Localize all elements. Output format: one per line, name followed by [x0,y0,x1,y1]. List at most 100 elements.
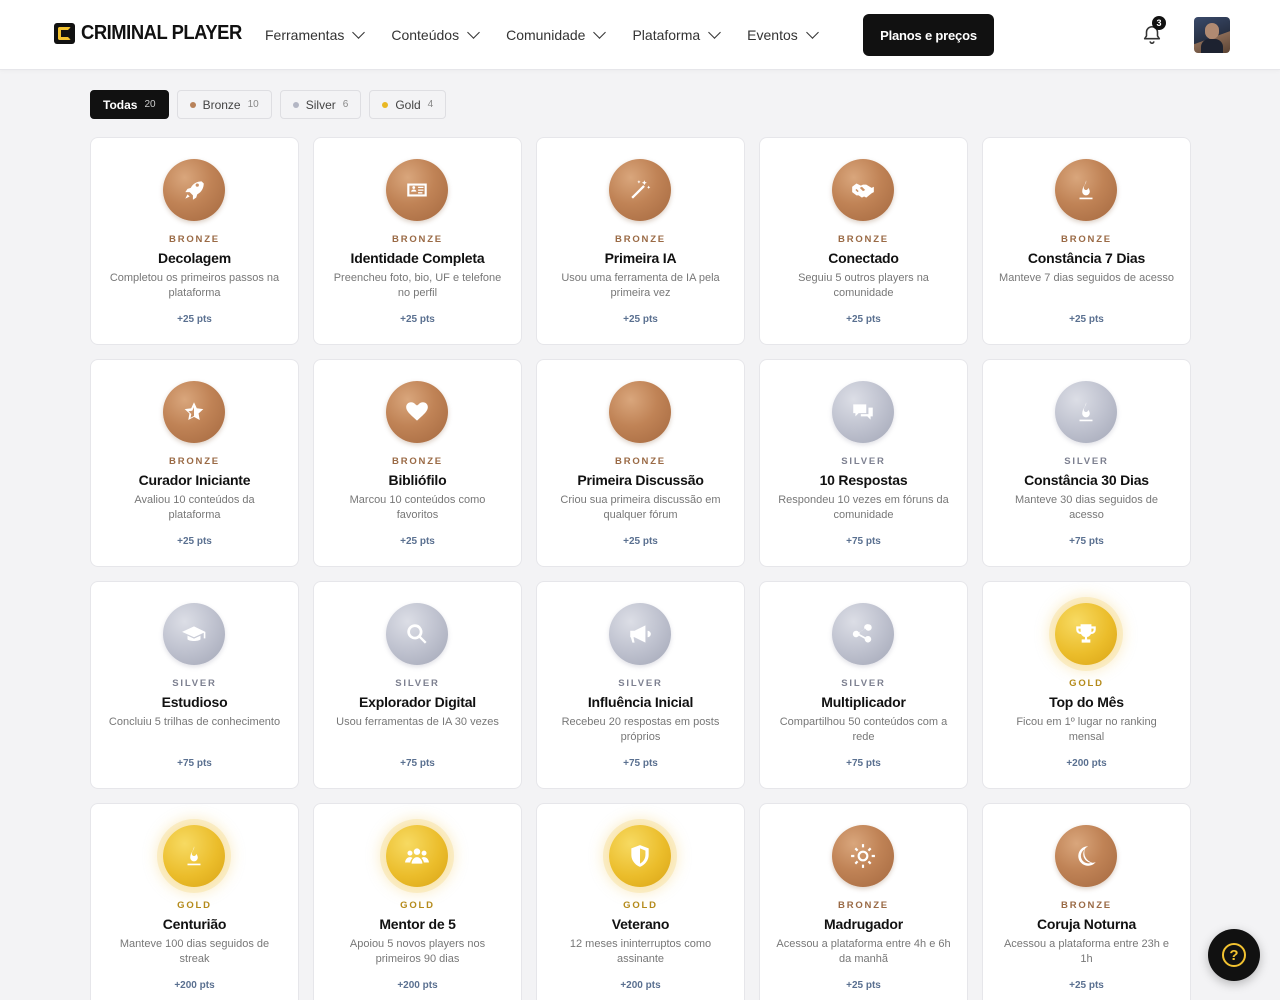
badge-description: Seguiu 5 outros players na comunidade [798,272,929,299]
filter-silver[interactable]: Silver 6 [279,90,362,119]
badge-card[interactable]: BRONZE Constância 7 Dias Manteve 7 dias se… [982,137,1191,345]
help-icon: ? [1222,943,1246,967]
badge-title: 10 Respostas [819,472,908,488]
badge-card[interactable]: SILVER Constância 30 Dias Manteve 30 dias … [982,359,1191,567]
badge-card[interactable]: BRONZE Bibliófilo Marcou 10 conteúdos como… [313,359,522,567]
chevron-down-icon [467,26,480,39]
badge-description: Apoiou 5 novos players nos primeiros 90 … [349,938,486,965]
badge-medal [163,825,225,887]
nav-plataforma[interactable]: Plataforma [632,26,722,43]
filter-bronze[interactable]: Bronze 10 [176,90,272,119]
heart-icon [406,402,428,421]
badge-description: Completou os primeiros passos na platafo… [109,272,280,299]
flame-icon [1079,402,1093,422]
filter-label: Silver [305,97,336,112]
nav-conteudos[interactable]: Conteúdos [391,26,480,43]
users-icon [405,848,429,864]
nav-label: Plataforma [632,27,701,43]
badge-description: 12 meses ininterruptos como assinante [569,938,712,965]
star-icon [184,402,204,421]
badge-points: +75 pts [846,758,881,769]
filter-count: 20 [144,99,156,110]
badge-description: Manteve 100 dias seguidos de streak [119,938,270,965]
badge-title: Estudioso [161,694,228,710]
nav-label: Conteúdos [391,27,460,43]
badge-tier: GOLD [623,900,658,911]
badge-description: Manteve 30 dias seguidos de acesso [1014,494,1159,521]
badge-card[interactable]: SILVER Explorador Digital Usou ferramentas… [313,581,522,789]
flame-icon [1079,180,1093,200]
badge-card[interactable]: BRONZE Coruja Noturna Acessou a plataforma… [982,803,1191,1000]
badge-medal [609,825,671,887]
badge-card[interactable]: SILVER Multiplicador Compartilhou 50 conte… [759,581,968,789]
nav-ferramentas[interactable]: Ferramentas [265,26,366,43]
badge-points: +75 pts [1069,536,1104,547]
badge-medal [609,381,671,443]
plans-pricing-button[interactable]: Planos e preços [863,14,994,56]
badge-points: +25 pts [846,314,881,325]
filter-label: Gold [395,97,421,112]
badge-description: Avaliou 10 conteúdos da plataforma [134,494,255,521]
brand-logo[interactable]: CRIMINAL PLAYER [54,22,256,45]
badge-points: +25 pts [400,314,435,325]
chevron-down-icon [805,26,819,39]
badge-card[interactable]: SILVER 10 Respostas Respondeu 10 vezes em … [759,359,968,567]
badge-description: Criou sua primeira discussão em qualquer… [560,494,721,521]
graduation-cap-icon [182,626,206,642]
badge-points: +25 pts [623,536,658,547]
nav-comunidade[interactable]: Comunidade [506,26,607,43]
chevron-down-icon [352,26,366,39]
badge-medal [832,825,894,887]
badge-card[interactable]: BRONZE Madrugador Acessou a plataforma ent… [759,803,968,1000]
filter-count: 6 [342,99,349,110]
chat-bubbles-icon [853,404,873,420]
notification-count-badge: 3 [1152,16,1166,30]
badge-title: Influência Inicial [587,694,694,710]
badge-points: +25 pts [846,980,881,991]
moon-icon [1078,846,1096,866]
badge-title: Madrugador [824,916,903,932]
badge-card[interactable]: SILVER Influência Inicial Recebeu 20 respo… [536,581,745,789]
badge-title: Decolagem [158,250,231,266]
nav-label: Ferramentas [265,27,345,43]
filter-todas[interactable]: Todas 20 [90,90,169,119]
badge-card[interactable]: GOLD Mentor de 5 Apoiou 5 novos players no… [313,803,522,1000]
badge-card[interactable]: BRONZE Decolagem Completou os primeiros pa… [90,137,299,345]
filter-gold[interactable]: Gold 4 [369,90,447,119]
badge-card[interactable]: BRONZE Conectado Seguiu 5 outros players n… [759,137,968,345]
filter-label: Bronze [202,97,241,112]
chevron-down-icon [593,26,607,39]
rocket-icon [185,181,204,200]
badge-medal [386,159,448,221]
badge-points: +25 pts [177,536,212,547]
badge-card[interactable]: GOLD Veterano 12 meses ininterruptos como … [536,803,745,1000]
tier-dot [189,101,196,108]
tier-dot [292,101,299,108]
badge-points: +75 pts [623,758,658,769]
badge-medal [832,603,894,665]
badge-card[interactable]: GOLD Top do Mês Ficou em 1º lugar no ranki… [982,581,1191,789]
badge-title: Multiplicador [821,694,906,710]
badge-points: +25 pts [1069,980,1104,991]
avatar[interactable] [1194,17,1230,53]
badge-medal [163,603,225,665]
trophy-icon [1076,624,1096,643]
badge-card[interactable]: BRONZE Primeira Discussão Criou sua primei… [536,359,745,567]
badge-tier: BRONZE [615,456,666,467]
badge-card[interactable]: SILVER Estudioso Concluiu 5 trilhas de con… [90,581,299,789]
badge-tier: GOLD [400,900,435,911]
badge-card[interactable]: GOLD Centurião Manteve 100 dias seguidos d… [90,803,299,1000]
badge-description: Usou uma ferramenta de IA pela primeira … [561,272,720,299]
help-button[interactable]: ? [1208,929,1260,981]
badge-description: Usou ferramentas de IA 30 vezes [336,716,499,728]
badge-points: +25 pts [400,536,435,547]
badge-medal [609,603,671,665]
badge-title: Top do Mês [1049,694,1124,710]
badge-card[interactable]: BRONZE Curador Iniciante Avaliou 10 conteú… [90,359,299,567]
badge-card[interactable]: BRONZE Primeira IA Usou uma ferramenta de … [536,137,745,345]
badge-tier: SILVER [618,678,663,689]
tier-dot [382,101,389,108]
badge-tier: BRONZE [169,234,220,245]
badge-card[interactable]: BRONZE Identidade Completa Preencheu foto,… [313,137,522,345]
nav-eventos[interactable]: Eventos [747,26,819,43]
